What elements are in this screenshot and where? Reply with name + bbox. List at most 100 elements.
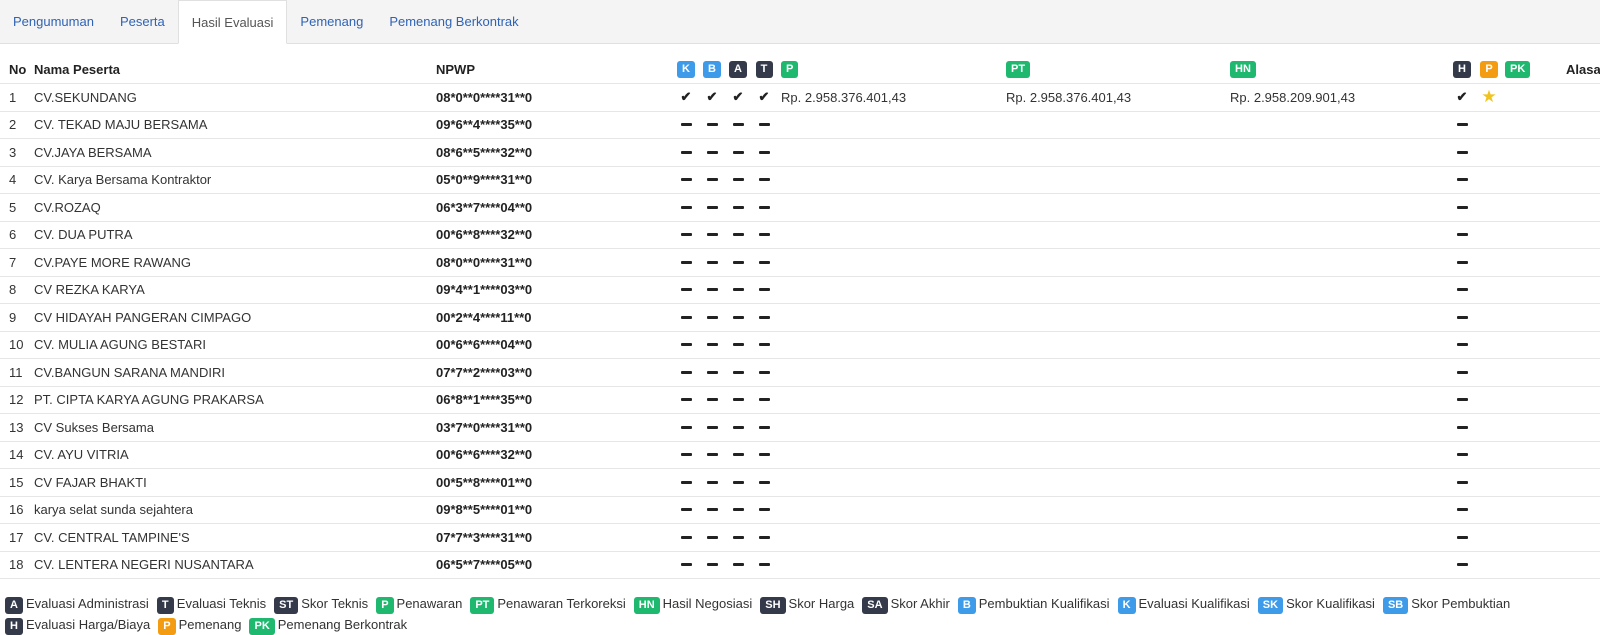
row-h-status (1453, 387, 1471, 414)
row-a-status (729, 524, 747, 551)
row-nama-peserta: CV FAJAR BHAKTI (34, 474, 147, 490)
row-nama-peserta: PT. CIPTA KARYA AGUNG PRAKARSA (34, 392, 264, 408)
tab-pemenang-berkontrak[interactable]: Pemenang Berkontrak (376, 0, 531, 43)
row-b-status (703, 194, 721, 221)
row-k-status (677, 167, 695, 194)
row-k-status (677, 222, 695, 249)
dash-icon (1456, 123, 1468, 127)
row-nama-peserta: CV Sukses Bersama (34, 419, 154, 435)
legend-badge: K (1117, 597, 1136, 614)
row-a-status (729, 442, 747, 469)
row-b-status (703, 222, 721, 249)
row-npwp: 06*5**7****05**0 (436, 557, 533, 573)
tab-hasil-evaluasi[interactable]: Hasil Evaluasi (177, 0, 288, 44)
row-b-status: ✔ (703, 84, 721, 111)
row-pemenang-status (1480, 387, 1498, 414)
dash-icon (680, 315, 692, 319)
row-nama-peserta: CV. TEKAD MAJU BERSAMA (34, 117, 208, 133)
row-npwp: 06*8**1****35**0 (436, 392, 533, 408)
legend-item: PT Penawaran Terkoreksi (470, 593, 626, 614)
legend-item: SH Skor Harga (760, 593, 854, 614)
row-nama-peserta: CV. CENTRAL TAMPINE'S (34, 529, 190, 545)
row-nama-peserta: CV REZKA KARYA (34, 282, 145, 298)
header-a-badge: A (729, 61, 747, 78)
row-npwp: 00*5**8****01**0 (436, 474, 533, 490)
table-row: 11 CV.BANGUN SARANA MANDIRI 07*7**2****03*… (0, 359, 1600, 387)
dash-icon (680, 123, 692, 127)
row-nama-peserta: CV.PAYE MORE RAWANG (34, 254, 191, 270)
dash-icon (1456, 370, 1468, 374)
tab-pemenang[interactable]: Pemenang (287, 0, 376, 43)
dash-icon (706, 178, 718, 182)
header-pemenang: P (1480, 56, 1498, 83)
row-pemenang-status (1480, 524, 1498, 551)
table-row: 18 CV. LENTERA NEGERI NUSANTARA 06*5**7***… (0, 552, 1600, 579)
row-k-status (677, 277, 695, 304)
row-pemenang-status (1480, 194, 1498, 221)
row-h-status (1453, 167, 1471, 194)
row-npwp: 06*3**7****04**0 (436, 199, 533, 215)
row-t-status (755, 414, 773, 441)
row-nama-peserta: CV. DUA PUTRA (34, 227, 133, 243)
row-h-status (1453, 139, 1471, 166)
legend-item: A Evaluasi Administrasi (5, 593, 149, 614)
header-p-badge: P (781, 61, 799, 78)
row-h-status (1453, 194, 1471, 221)
row-no: 8 (9, 282, 17, 298)
dash-icon (732, 205, 744, 209)
dash-icon (758, 315, 770, 319)
legend-item: ST Skor Teknis (274, 593, 368, 614)
dash-icon (732, 233, 744, 237)
tab-pengumuman[interactable]: Pengumuman (0, 0, 107, 43)
row-k-status (677, 332, 695, 359)
dash-icon (758, 178, 770, 182)
dash-icon (758, 343, 770, 347)
row-a-status (729, 194, 747, 221)
legend-label: Pembuktian Kualifikasi (978, 596, 1110, 611)
row-b-status (703, 249, 721, 276)
dash-icon (758, 563, 770, 567)
legend-item: HN Hasil Negosiasi (633, 593, 752, 614)
row-k-status (677, 194, 695, 221)
header-k-badge: K (677, 61, 695, 78)
row-no: 2 (9, 117, 17, 133)
dash-icon (758, 260, 770, 264)
dash-icon (758, 535, 770, 539)
dash-icon (1456, 260, 1468, 264)
table-row: 5 CV.ROZAQ 06*3**7****04**0 (0, 194, 1600, 222)
dash-icon (732, 480, 744, 484)
row-t-status (755, 552, 773, 579)
dash-icon (680, 343, 692, 347)
dash-icon (1456, 508, 1468, 512)
header-alasan: Alasan (1566, 62, 1600, 77)
row-t-status (755, 277, 773, 304)
table-row: 6 CV. DUA PUTRA 00*6**8****32**0 (0, 222, 1600, 249)
row-nama-peserta: CV. MULIA AGUNG BESTARI (34, 337, 206, 353)
table-row: 1 CV.SEKUNDANG 08*0**0****31**0 ✔ ✔ ✔ ✔ Rp. 2.9… (0, 84, 1600, 112)
row-nama-peserta: CV. Karya Bersama Kontraktor (34, 172, 212, 188)
legend-badge: SK (1257, 597, 1284, 614)
legend-item: K Evaluasi Kualifikasi (1117, 593, 1250, 614)
row-t-status (755, 167, 773, 194)
header-hn-badge: HN (1230, 61, 1256, 78)
row-a-status (729, 359, 747, 386)
row-no: 10 (9, 337, 24, 353)
row-no: 16 (9, 502, 24, 518)
header-h-badge: H (1453, 61, 1471, 78)
row-a-status (729, 414, 747, 441)
dash-icon (732, 178, 744, 182)
tab-peserta[interactable]: Peserta (107, 0, 178, 43)
header-p: P (781, 56, 799, 83)
legend-badge: B (957, 597, 976, 614)
row-b-status (703, 387, 721, 414)
row-t-status (755, 359, 773, 386)
legend-label: Skor Pembuktian (1411, 596, 1511, 611)
row-pemenang-status (1480, 249, 1498, 276)
row-no: 18 (9, 557, 24, 573)
legend-label: Skor Teknis (301, 596, 369, 611)
table-row: 3 CV.JAYA BERSAMA 08*6**5****32**0 (0, 139, 1600, 167)
row-a-status (729, 497, 747, 524)
row-no: 9 (9, 309, 17, 325)
row-npwp: 05*0**9****31**0 (436, 172, 533, 188)
row-b-status (703, 359, 721, 386)
